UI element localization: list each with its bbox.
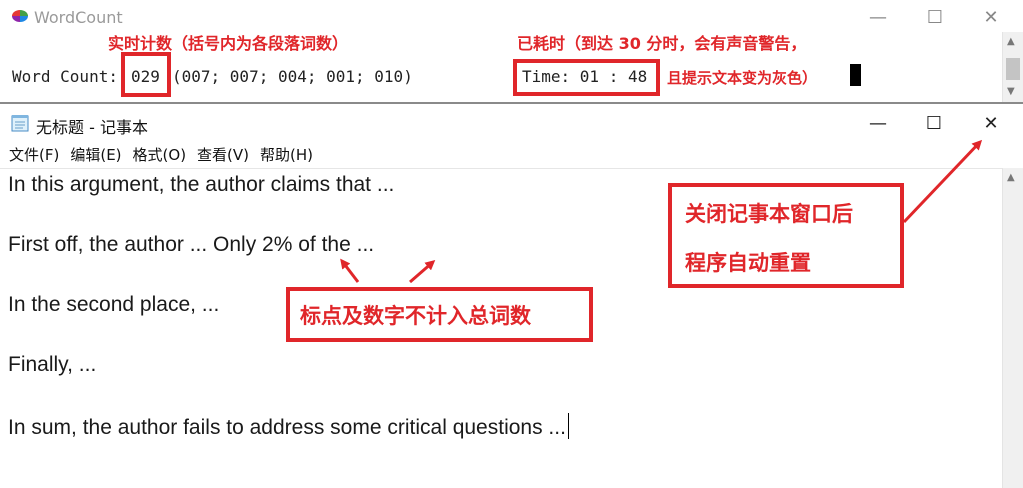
time-highlight-box [513, 59, 660, 96]
reset-callout: 关闭记事本窗口后 程序自动重置 [668, 183, 904, 288]
text-line: In sum, the author fails to address some… [8, 416, 566, 439]
text-line: In this argument, the author claims that… [8, 173, 395, 196]
window-title: WordCount [34, 8, 123, 27]
wordcount-scrollbar[interactable]: ▲ ▼ [1002, 32, 1023, 102]
word-count-label: Word Count: [12, 67, 118, 86]
notepad-scrollbar[interactable]: ▲ [1002, 168, 1023, 488]
text-line: First off, the author ... Only 2% of the… [8, 233, 375, 256]
menu-file[interactable]: 文件(F) [0, 142, 59, 166]
count-highlight-box [121, 52, 171, 97]
text-line-last: In sum, the author fails to address some… [8, 413, 569, 440]
reset-annotation-line2: 程序自动重置 [685, 251, 811, 275]
scroll-down-icon[interactable]: ▼ [1007, 86, 1015, 97]
window-title: 无标题 - 记事本 [36, 118, 148, 137]
text-cursor [567, 413, 569, 439]
menu-edit[interactable]: 编辑(E) [61, 142, 121, 166]
time-annotation-line1: 已耗时（到达 30 分时，会有声音警告， [517, 34, 807, 53]
time-annotation-line2: 且提示文本变为灰色） [667, 69, 818, 87]
scroll-up-icon[interactable]: ▲ [1007, 172, 1015, 183]
menu-bar: 文件(F) 编辑(E) 格式(O) 查看(V) 帮助(H) [0, 142, 315, 166]
text-line: Finally, ... [8, 353, 97, 376]
punctuation-callout: 标点及数字不计入总词数 [286, 287, 593, 342]
notepad-titlebar[interactable]: 无标题 - 记事本 — ☐ ✕ [0, 104, 1023, 142]
color-wheel-icon [12, 10, 28, 22]
close-button[interactable]: ✕ [962, 106, 1020, 140]
wordcount-titlebar[interactable]: WordCount — ☐ ✕ [0, 0, 1023, 32]
menu-view[interactable]: 查看(V) [188, 142, 249, 166]
minimize-button[interactable]: — [849, 0, 907, 34]
maximize-button[interactable]: ☐ [905, 106, 963, 140]
close-button[interactable]: ✕ [962, 0, 1020, 34]
wordcount-window: WordCount — ☐ ✕ Word Count: 029 (007; 00… [0, 0, 1023, 104]
punctuation-annotation: 标点及数字不计入总词数 [300, 304, 531, 328]
text-line: In the second place, ... [8, 293, 220, 316]
minimize-button[interactable]: — [849, 106, 907, 140]
reset-annotation-line1: 关闭记事本窗口后 [685, 202, 853, 226]
paragraph-word-counts: (007; 007; 004; 001; 010) [172, 67, 413, 86]
scroll-thumb[interactable] [1006, 58, 1020, 80]
scroll-up-icon[interactable]: ▲ [1007, 36, 1015, 47]
menu-format[interactable]: 格式(O) [124, 142, 187, 166]
notepad-icon [11, 115, 29, 132]
block-cursor [850, 64, 861, 86]
menu-help[interactable]: 帮助(H) [251, 142, 313, 166]
maximize-button[interactable]: ☐ [906, 0, 964, 34]
count-annotation: 实时计数（括号内为各段落词数） [108, 34, 349, 53]
